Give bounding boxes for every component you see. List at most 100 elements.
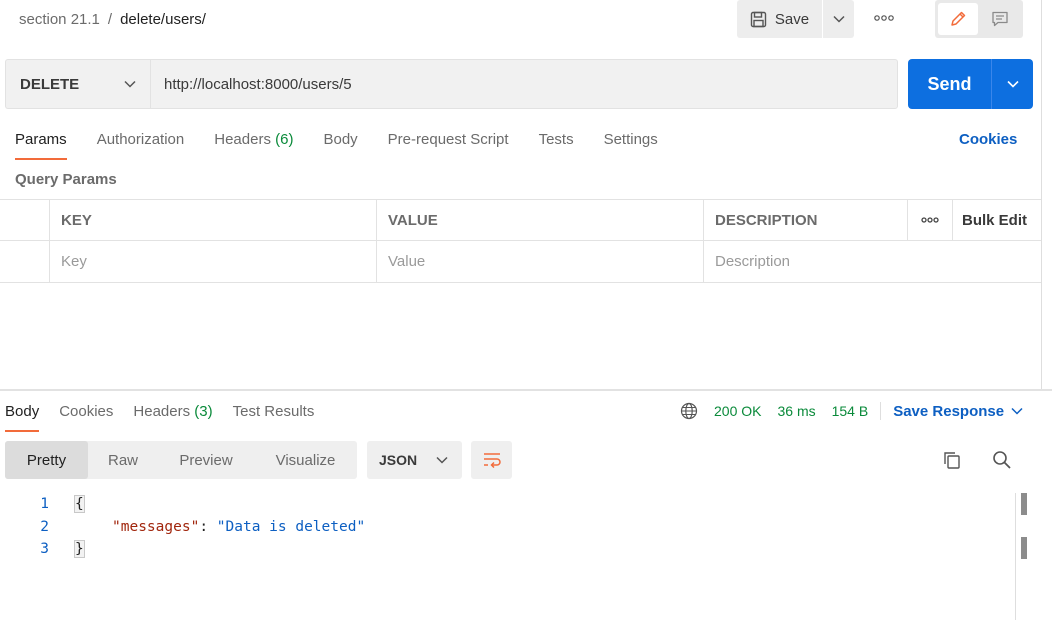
method-label: DELETE <box>20 75 80 93</box>
column-header-value: VALUE <box>377 200 704 240</box>
tab-authorization[interactable]: Authorization <box>97 128 185 160</box>
tab-label: Pre-request Script <box>387 131 509 148</box>
code-scrollbar-thumb[interactable] <box>1021 493 1027 515</box>
cookies-link[interactable]: Cookies <box>959 131 1017 148</box>
response-meta: 200 OK 36 ms 154 B Save Response <box>680 401 1023 421</box>
code-close-brace: } <box>74 540 85 559</box>
save-label: Save <box>774 10 810 28</box>
view-toggle <box>935 0 1023 38</box>
tab-tests[interactable]: Tests <box>539 128 574 160</box>
save-button[interactable]: Save <box>737 0 822 38</box>
response-time[interactable]: 36 ms <box>777 403 815 419</box>
tab-label: Headers <box>214 131 271 148</box>
save-options-button[interactable] <box>823 0 854 38</box>
url-input[interactable]: http://localhost:8000/users/5 <box>150 59 898 109</box>
line-number: 3 <box>40 541 49 558</box>
code-scrollbar-track <box>1015 493 1016 620</box>
key-input[interactable]: Key <box>50 241 377 282</box>
save-group: Save <box>737 0 854 38</box>
response-size[interactable]: 154 B <box>832 403 869 419</box>
tab-params[interactable]: Params <box>15 128 67 160</box>
breadcrumb-current[interactable]: delete/users/ <box>120 11 206 28</box>
language-select[interactable]: JSON <box>367 441 462 479</box>
chevron-down-icon <box>1011 407 1023 415</box>
format-raw[interactable]: Raw <box>88 441 158 479</box>
copy-icon <box>944 452 960 469</box>
edit-mode-button[interactable] <box>938 3 978 35</box>
tab-response-headers[interactable]: Headers (3) <box>133 400 212 432</box>
chevron-down-icon <box>1006 80 1019 88</box>
language-label: JSON <box>379 452 418 468</box>
description-input[interactable]: Description <box>704 241 908 282</box>
tab-label: Test Results <box>232 403 315 420</box>
table-row: Key Value Description <box>0 241 1041 283</box>
comment-icon <box>992 11 1008 27</box>
save-response-label: Save Response <box>893 402 1005 420</box>
comments-button[interactable] <box>982 3 1018 35</box>
code-open-brace: { <box>74 495 85 514</box>
column-options-button[interactable] <box>908 200 953 240</box>
request-tabs: Params Authorization Headers (6) Body Pr… <box>15 128 688 160</box>
status-code[interactable]: 200 OK <box>714 403 761 419</box>
column-header-key: KEY <box>50 200 377 240</box>
breadcrumb-separator: / <box>107 10 113 28</box>
breadcrumb: section 21.1 / delete/users/ <box>19 9 206 29</box>
save-icon <box>750 11 767 27</box>
globe-icon[interactable] <box>680 402 698 420</box>
tab-headers[interactable]: Headers (6) <box>214 128 293 160</box>
row-checkbox-cell <box>0 241 50 282</box>
tab-test-results[interactable]: Test Results <box>233 400 315 432</box>
tab-response-cookies[interactable]: Cookies <box>59 400 113 432</box>
send-button[interactable]: Send <box>908 59 991 109</box>
response-code-viewer[interactable]: 1 { 2 "messages" : "Data is deleted" 3 } <box>0 493 1014 561</box>
headers-count: (6) <box>275 131 294 148</box>
tab-label: Body <box>5 403 40 420</box>
more-horizontal-icon <box>874 15 894 21</box>
tab-settings[interactable]: Settings <box>604 128 658 160</box>
format-preview[interactable]: Preview <box>158 441 254 479</box>
response-tabs: Body Cookies Headers (3) Test Results <box>5 400 334 432</box>
tab-label: Settings <box>603 131 658 148</box>
wrap-lines-icon <box>483 453 501 468</box>
tab-label: Body <box>323 131 358 148</box>
code-line: 1 { <box>0 493 1014 516</box>
tab-label: Params <box>15 131 67 148</box>
table-header-row: KEY VALUE DESCRIPTION Bulk Edit <box>0 199 1041 241</box>
copy-button[interactable] <box>942 450 962 474</box>
response-headers-count: (3) <box>194 403 213 420</box>
code-scrollbar-marker <box>1021 537 1027 559</box>
value-input[interactable]: Value <box>377 241 704 282</box>
url-value: http://localhost:8000/users/5 <box>164 75 352 93</box>
format-pretty[interactable]: Pretty <box>5 441 88 479</box>
response-resize-handle[interactable] <box>0 389 1052 391</box>
tab-label: Headers <box>133 403 191 420</box>
json-colon: : <box>199 518 217 535</box>
meta-divider <box>880 402 882 420</box>
tab-response-body[interactable]: Body <box>5 400 40 432</box>
code-line: 2 "messages" : "Data is deleted" <box>0 516 1014 539</box>
send-options-button[interactable] <box>992 59 1033 109</box>
search-button[interactable] <box>992 450 1012 474</box>
tab-label: Tests <box>538 131 574 148</box>
method-select[interactable]: DELETE <box>5 59 150 109</box>
search-icon <box>993 451 1011 469</box>
tab-label: Cookies <box>59 403 114 420</box>
line-number: 2 <box>40 518 49 535</box>
checkbox-column-header <box>0 200 50 240</box>
tab-body[interactable]: Body <box>323 128 357 160</box>
json-key: "messages" <box>112 518 200 535</box>
format-visualize[interactable]: Visualize <box>254 441 357 479</box>
bulk-edit-button[interactable]: Bulk Edit <box>953 200 1041 240</box>
chevron-down-icon <box>832 15 845 23</box>
more-options-button[interactable] <box>868 8 900 28</box>
send-button-group: Send <box>908 59 1033 109</box>
tab-pre-request-script[interactable]: Pre-request Script <box>388 128 509 160</box>
pencil-icon <box>951 11 966 26</box>
json-value: "Data is deleted" <box>216 518 366 535</box>
wrap-lines-button[interactable] <box>471 441 512 479</box>
format-tabs: Pretty Raw Preview Visualize <box>5 441 357 479</box>
line-number: 1 <box>40 496 49 513</box>
code-line: 3 } <box>0 538 1014 561</box>
breadcrumb-parent[interactable]: section 21.1 <box>19 11 100 28</box>
save-response-button[interactable]: Save Response <box>893 403 1023 420</box>
